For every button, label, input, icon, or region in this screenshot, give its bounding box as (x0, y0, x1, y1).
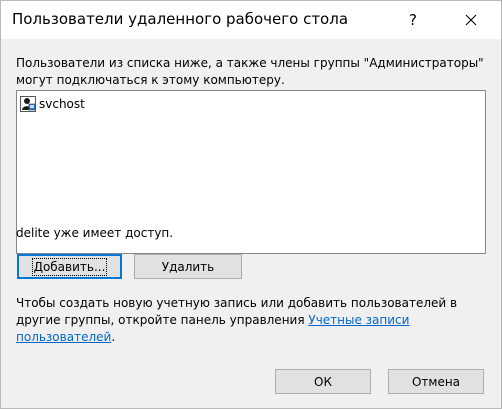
title-bar[interactable]: Пользователи удаленного рабочего стола ? (1, 1, 501, 39)
help-button[interactable]: ? (390, 1, 436, 39)
close-button[interactable] (448, 1, 494, 39)
remove-button-label: Удалить (161, 259, 215, 274)
remote-desktop-users-dialog: Пользователи удаленного рабочего стола ?… (0, 0, 502, 409)
window-title: Пользователи удаленного рабочего стола (12, 10, 349, 28)
add-button-label: Добавить... (31, 257, 108, 276)
cancel-button-label: Отмена (411, 374, 461, 389)
help-icon: ? (409, 11, 417, 29)
status-text: delite уже имеет доступ. (16, 226, 174, 240)
dialog-body: Пользователи из списка ниже, а также чле… (1, 39, 501, 408)
user-icon (20, 96, 36, 112)
list-item[interactable]: svchost (20, 95, 85, 113)
cancel-button[interactable]: Отмена (388, 369, 484, 394)
user-accounts-link-part1: Учетные записи (308, 313, 410, 327)
add-button[interactable]: Добавить... (17, 254, 122, 279)
close-icon (465, 14, 477, 26)
remove-button[interactable]: Удалить (134, 254, 242, 279)
user-accounts-link-part2: пользователей (16, 330, 112, 344)
info-text: Чтобы создать новую учетную запись или д… (16, 295, 491, 346)
info-suffix: . (111, 330, 116, 344)
ok-button[interactable]: ОК (275, 369, 371, 394)
ok-button-label: ОК (314, 374, 332, 389)
list-item-label: svchost (39, 97, 85, 111)
intro-text: Пользователи из списка ниже, а также чле… (16, 56, 484, 87)
